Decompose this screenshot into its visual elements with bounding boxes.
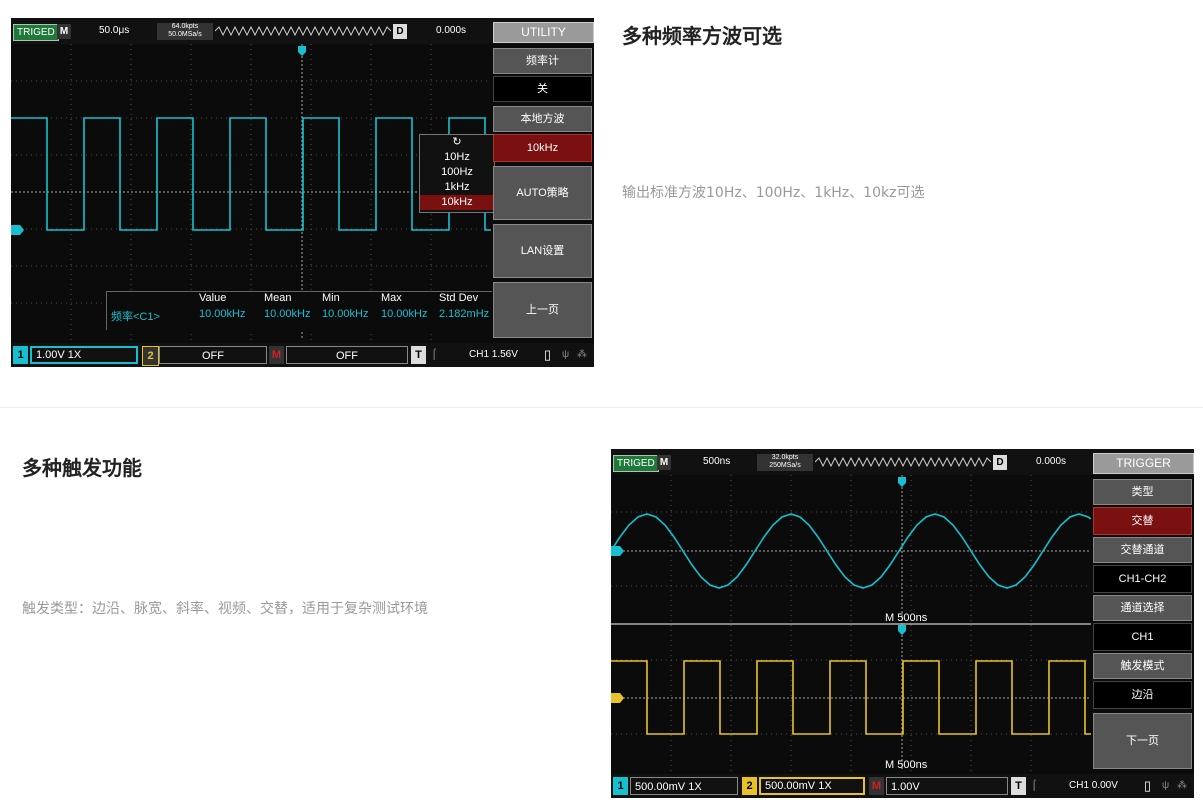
- bottom-channel-bar: 1 1.00V 1X 2 OFF M OFF T ⌠ CH1 1.56V ▯ ψ…: [11, 343, 594, 367]
- meas-header-value: Value: [199, 292, 227, 304]
- sample-rate-readout: 250MSa/s: [769, 462, 801, 469]
- meas-header-mean: Mean: [264, 292, 292, 304]
- trigger-level-readout: CH1 1.56V: [469, 349, 518, 360]
- network-icon: ⁂: [577, 349, 587, 360]
- ch1-scale-box[interactable]: 500.00mV 1X: [630, 777, 738, 795]
- math-badge[interactable]: M: [269, 346, 284, 364]
- oscilloscope-screen-trigger: TRIGED M 500ns 32.0kpts 250MSa/s D 0.000…: [611, 449, 1194, 798]
- math-scale-box[interactable]: OFF: [286, 346, 408, 364]
- timebase-readout: 500ns: [703, 456, 731, 467]
- ch1-scale-box[interactable]: 1.00V 1X: [30, 346, 138, 364]
- bottom-channel-bar: 1 500.00mV 1X 2 500.00mV 1X M 1.00V T ⌠ …: [611, 774, 1194, 798]
- trigger-status-badge: TRIGED: [13, 24, 59, 41]
- usb-device-icon: ▯: [544, 347, 552, 362]
- memory-wave-icon: [815, 456, 991, 468]
- section2-description: 触发类型：边沿、脉宽、斜率、视频、交替，适用于复杂测试环境: [22, 601, 428, 617]
- softkey-freq-counter-value[interactable]: 关: [493, 76, 592, 102]
- softkey-trigger-mode-label[interactable]: 触发模式: [1093, 653, 1192, 679]
- usb-device-icon: ▯: [1144, 778, 1152, 793]
- ch2-ground-marker: [611, 693, 624, 703]
- delay-label: D: [993, 455, 1007, 470]
- waveform-display: M 500ns M 500ns: [611, 475, 1091, 771]
- softkey-type-value[interactable]: 交替: [1093, 507, 1192, 535]
- meas-header-stddev: Std Dev: [439, 292, 479, 304]
- mode-badge: M: [657, 455, 671, 470]
- softkey-channel-select-value[interactable]: CH1: [1093, 623, 1192, 651]
- menu-title: UTILITY: [493, 22, 594, 43]
- pane-label-top: M 500ns: [885, 612, 928, 624]
- math-badge[interactable]: M: [869, 777, 884, 795]
- softkey-channel-select-label[interactable]: 通道选择: [1093, 595, 1192, 621]
- rising-edge-icon: ⌠: [431, 349, 438, 360]
- trigger-position-marker-bottom: [898, 625, 906, 635]
- meas-max: 10.00kHz: [381, 308, 428, 320]
- section2-heading: 多种触发功能: [22, 456, 142, 480]
- math-scale-box[interactable]: 1.00V: [886, 777, 1008, 795]
- softkey-next-page[interactable]: 下一页: [1093, 713, 1192, 769]
- trigger-position-marker: [298, 46, 306, 56]
- ch2-number-badge[interactable]: 2: [742, 777, 757, 795]
- freq-option-1khz[interactable]: 1kHz: [420, 180, 494, 195]
- softkey-alt-channel-value[interactable]: CH1-CH2: [1093, 565, 1192, 593]
- ch2-number-badge[interactable]: 2: [142, 346, 159, 366]
- softkey-local-square-value[interactable]: 10kHz: [493, 134, 592, 162]
- ch1-number-badge[interactable]: 1: [13, 346, 28, 364]
- usb-icon: ψ: [562, 349, 570, 360]
- pane-label-bottom: M 500ns: [885, 759, 928, 771]
- meas-header-max: Max: [381, 292, 402, 304]
- delay-readout: 0.000s: [436, 25, 467, 36]
- freq-option-100hz[interactable]: 100Hz: [420, 165, 494, 180]
- section1-description: 输出标准方波10Hz、100Hz、1kHz、10kz可选: [622, 185, 925, 201]
- rising-edge-icon: ⌠: [1031, 780, 1038, 791]
- measurement-panel: Value Mean Min Max Std Dev 频率<C1> 10.00k…: [106, 291, 492, 330]
- softkey-trigger-mode-value[interactable]: 边沿: [1093, 681, 1192, 709]
- ch1-number-badge[interactable]: 1: [613, 777, 628, 795]
- trigger-softkey-menu: 类型 交替 交替通道 CH1-CH2 通道选择 CH1 触发模式 边沿 下一页: [1093, 475, 1194, 771]
- refresh-icon[interactable]: ↻: [420, 135, 494, 150]
- ch1-ground-marker: [11, 225, 24, 235]
- utility-softkey-menu: 频率计 关 本地方波 10kHz AUTO策略 LAN设置 上一页: [493, 44, 594, 340]
- trigger-badge[interactable]: T: [411, 346, 426, 364]
- meas-value: 10.00kHz: [199, 308, 246, 320]
- square-frequency-popup: ↻ 10Hz 100Hz 1kHz 10kHz: [419, 134, 495, 213]
- kpts-readout: 32.0kpts: [771, 454, 799, 461]
- memory-wave-icon: [215, 25, 391, 37]
- trigger-badge[interactable]: T: [1011, 777, 1026, 795]
- delay-readout: 0.000s: [1036, 456, 1067, 467]
- section1-heading: 多种频率方波可选: [622, 24, 782, 48]
- meas-mean: 10.00kHz: [264, 308, 311, 320]
- ch2-scale-box[interactable]: OFF: [159, 346, 267, 364]
- ch1-ground-marker: [611, 546, 624, 556]
- softkey-alt-channel-label[interactable]: 交替通道: [1093, 537, 1192, 563]
- softkey-auto-policy[interactable]: AUTO策略: [493, 166, 592, 220]
- memory-depth-box: 64.0kpts 50.0MSa/s: [157, 23, 213, 40]
- kpts-readout: 64.0kpts: [171, 23, 199, 30]
- usb-icon: ψ: [1162, 780, 1170, 791]
- trigger-status-badge: TRIGED: [613, 455, 659, 472]
- section-divider: [0, 407, 1203, 408]
- freq-option-10khz[interactable]: 10kHz: [420, 195, 494, 210]
- memory-depth-box: 32.0kpts 250MSa/s: [757, 454, 813, 471]
- trigger-position-marker-top: [898, 477, 906, 487]
- meas-stddev: 2.182mHz: [439, 308, 490, 320]
- network-icon: ⁂: [1177, 780, 1187, 791]
- meas-header-min: Min: [322, 292, 340, 304]
- softkey-lan-settings[interactable]: LAN设置: [493, 224, 592, 278]
- softkey-type-label[interactable]: 类型: [1093, 479, 1192, 505]
- delay-label: D: [393, 24, 407, 39]
- freq-option-10hz[interactable]: 10Hz: [420, 150, 494, 165]
- sample-rate-readout: 50.0MSa/s: [168, 31, 202, 38]
- oscilloscope-screen-utility: TRIGED M 50.0μs 64.0kpts 50.0MSa/s D 0.0…: [11, 18, 594, 367]
- trigger-level-readout: CH1 0.00V: [1069, 780, 1118, 791]
- ch2-scale-box[interactable]: 500.00mV 1X: [759, 777, 865, 795]
- softkey-prev-page[interactable]: 上一页: [493, 282, 592, 338]
- meas-min: 10.00kHz: [322, 308, 369, 320]
- softkey-freq-counter-label[interactable]: 频率计: [493, 48, 592, 74]
- meas-row-label: 频率<C1>: [111, 311, 160, 323]
- menu-title: TRIGGER: [1093, 453, 1194, 474]
- mode-badge: M: [57, 24, 71, 39]
- softkey-local-square-label[interactable]: 本地方波: [493, 106, 592, 132]
- timebase-readout: 50.0μs: [99, 25, 130, 36]
